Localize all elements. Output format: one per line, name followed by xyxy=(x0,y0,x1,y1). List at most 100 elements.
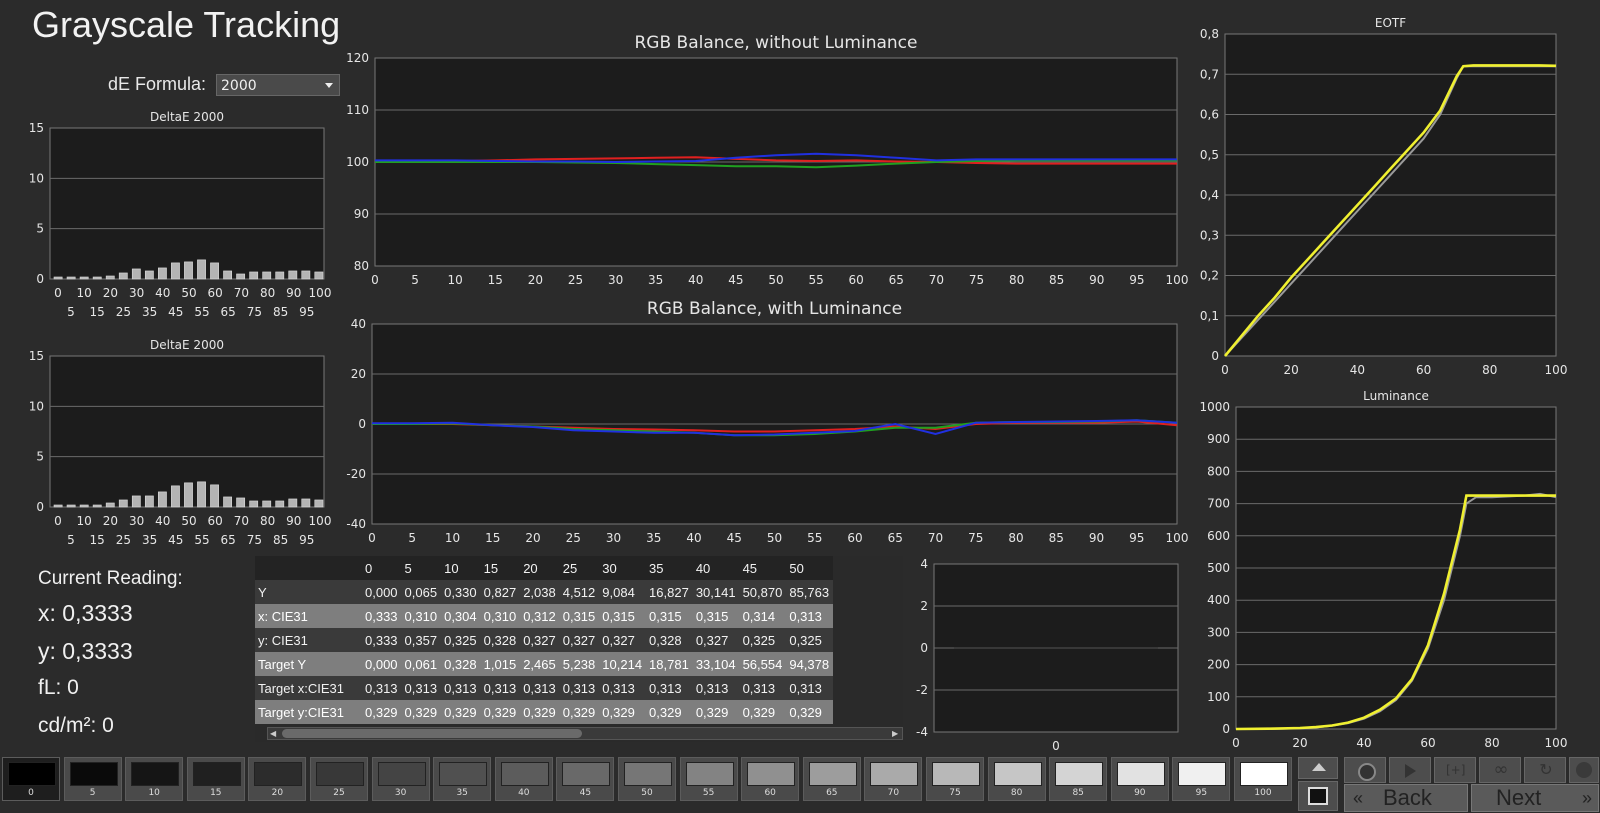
swatch-45[interactable]: 45 xyxy=(556,757,615,801)
x-tick-label: 65 xyxy=(221,533,236,547)
reading-fl: fL: 0 xyxy=(38,676,79,699)
table-cell: 16,827 xyxy=(646,580,693,604)
table-cell: 85,763 xyxy=(786,580,834,604)
column-header: 50 xyxy=(786,556,834,580)
swatch-label: 80 xyxy=(1010,788,1023,798)
plot-area xyxy=(49,127,325,280)
table-cell: 0,313 xyxy=(520,676,560,700)
bar xyxy=(158,491,167,508)
swatch-75[interactable]: 75 xyxy=(926,757,984,801)
swatch-15[interactable]: 15 xyxy=(186,757,245,801)
swatch-30[interactable]: 30 xyxy=(371,757,430,801)
y-tick-label: 120 xyxy=(346,51,369,65)
scrollbar-thumb[interactable] xyxy=(282,729,582,738)
scroll-left-icon[interactable]: ◀ xyxy=(270,729,278,738)
swatch-20[interactable]: 20 xyxy=(248,757,307,801)
step-button[interactable]: [+] xyxy=(1434,757,1476,783)
x-tick-label: 25 xyxy=(116,533,131,547)
more-button[interactable] xyxy=(1569,757,1599,783)
y-tick-label: 80 xyxy=(354,259,369,273)
x-tick-label: 95 xyxy=(1129,273,1144,287)
swatch-65[interactable]: 65 xyxy=(802,757,861,801)
table-cell: 0,313 xyxy=(646,676,693,700)
scroll-right-icon[interactable]: ▶ xyxy=(892,729,900,738)
swatch-90[interactable]: 90 xyxy=(1110,757,1169,801)
bar xyxy=(92,504,102,508)
bar xyxy=(184,482,193,508)
y-tick-label: 200 xyxy=(1207,658,1230,672)
swatch-40[interactable]: 40 xyxy=(494,757,553,801)
next-label: Next xyxy=(1496,785,1542,810)
y-tick-label: 0 xyxy=(36,272,44,286)
swatch-55[interactable]: 55 xyxy=(679,757,738,801)
deltae1-chart xyxy=(49,127,325,280)
swatch-50[interactable]: 50 xyxy=(618,757,676,801)
swatch-60[interactable]: 60 xyxy=(741,757,800,801)
x-tick-label: 45 xyxy=(168,533,183,547)
swatch-5[interactable]: 5 xyxy=(63,757,122,801)
x-tick-label: 80 xyxy=(260,286,275,300)
bar xyxy=(197,481,206,508)
x-tick-label: 65 xyxy=(888,531,903,545)
table-row: Target y:CIE31 0,329 0,329 0,329 0,329 0,329 0… xyxy=(255,700,834,724)
y-tick-label: 2 xyxy=(920,599,928,613)
x-tick-label: 40 xyxy=(155,286,170,300)
swatch-100[interactable]: 100 xyxy=(1234,757,1292,801)
x-tick-label: 0 xyxy=(54,514,62,528)
bar xyxy=(105,275,115,280)
table-cell: 0,329 xyxy=(559,700,600,724)
refresh-button[interactable]: ↻ xyxy=(1524,757,1566,783)
y-tick-label: 0,4 xyxy=(1200,188,1219,202)
bar xyxy=(223,270,233,280)
bar xyxy=(275,500,285,508)
bar xyxy=(210,484,219,508)
swatch-chip xyxy=(254,762,303,786)
play-button[interactable] xyxy=(1389,757,1431,783)
table-scrollbar[interactable]: ◀ ▶ xyxy=(267,727,903,740)
x-tick-label: 40 xyxy=(688,273,703,287)
chevron-up-icon xyxy=(1312,763,1326,771)
bracket-icon: [+] xyxy=(1446,763,1466,777)
swatch-80[interactable]: 80 xyxy=(987,757,1046,801)
bar xyxy=(184,261,193,280)
x-tick-label: 75 xyxy=(247,533,262,547)
stop-button[interactable] xyxy=(1344,757,1386,783)
swatch-label: 55 xyxy=(702,788,715,798)
y-tick-label: 40 xyxy=(351,317,366,331)
stop-large-button[interactable] xyxy=(1298,781,1338,811)
table-cell: 0,313 xyxy=(786,604,834,628)
x-tick-label: 35 xyxy=(142,305,157,319)
swatch-70[interactable]: 70 xyxy=(864,757,923,801)
back-button[interactable]: « Back xyxy=(1344,784,1468,812)
swatch-chip xyxy=(439,762,488,786)
table-cell: 0,328 xyxy=(480,628,521,652)
swatch-label: 40 xyxy=(518,788,530,798)
x-tick-label: 45 xyxy=(728,273,743,287)
swatch-25[interactable]: 25 xyxy=(310,757,368,801)
x-tick-label: 50 xyxy=(767,531,782,545)
swatch-label: 25 xyxy=(333,788,345,798)
swatch-label: 100 xyxy=(1254,788,1272,798)
table-cell: 0,329 xyxy=(441,700,481,724)
y-tick-label: 0,3 xyxy=(1200,228,1219,242)
x-tick-label: 10 xyxy=(445,531,460,545)
next-button[interactable]: Next » xyxy=(1471,784,1599,812)
swatch-85[interactable]: 85 xyxy=(1049,757,1108,801)
swatch-label: 90 xyxy=(1134,788,1146,798)
swatch-35[interactable]: 35 xyxy=(433,757,492,801)
table-cell: 0,313 xyxy=(362,676,402,700)
continuous-button[interactable]: ∞ xyxy=(1479,757,1521,783)
swatch-0[interactable]: 0 xyxy=(2,757,60,801)
table-cell: 0,329 xyxy=(692,700,740,724)
x-tick-label: 80 xyxy=(260,514,275,528)
row-label: Target x:CIE31 xyxy=(255,676,362,700)
table-cell: 0,315 xyxy=(646,604,693,628)
up-button[interactable] xyxy=(1298,757,1338,779)
x-tick-label: 55 xyxy=(808,273,823,287)
swatch-chip xyxy=(932,762,980,786)
swatch-95[interactable]: 95 xyxy=(1172,757,1231,801)
bar xyxy=(197,259,206,280)
x-tick-label: 25 xyxy=(116,305,131,319)
bar xyxy=(79,276,89,280)
swatch-10[interactable]: 10 xyxy=(125,757,184,801)
